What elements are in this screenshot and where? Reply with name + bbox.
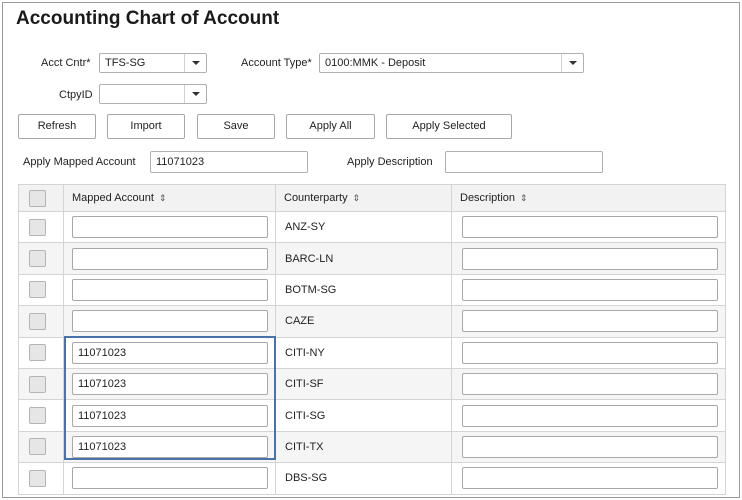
select-all-checkbox[interactable] (29, 189, 46, 207)
account-type-value: 0100:MMK - Deposit (325, 57, 426, 69)
row-checkbox[interactable] (29, 469, 46, 487)
chevron-down-icon[interactable] (561, 54, 583, 72)
table-row: ANZ-SY (18, 210, 726, 244)
grid-header-row: Mapped Account ⇕ Counterparty ⇕ Descriptio… (18, 184, 726, 212)
column-label: Mapped Account (72, 192, 154, 204)
description-input[interactable] (462, 216, 718, 239)
description-input[interactable] (462, 404, 718, 427)
acct-cntr-value: TFS-SG (105, 57, 146, 69)
table-row: BARC-LN (18, 242, 726, 275)
column-header-counterparty[interactable]: Counterparty ⇕ (275, 184, 452, 212)
row-checkbox[interactable] (29, 312, 46, 330)
acct-cntr-label: Acct Cntr* (41, 57, 91, 69)
row-checkbox[interactable] (29, 407, 46, 425)
description-input[interactable] (462, 373, 718, 396)
table-row: DBS-SG (18, 462, 726, 495)
description-input[interactable] (462, 435, 718, 458)
refresh-button[interactable]: Refresh (18, 114, 96, 139)
description-input[interactable] (462, 310, 718, 333)
ctpy-label: CtpyID (59, 89, 93, 101)
mapped-account-input[interactable] (72, 247, 268, 270)
column-header-mapped-account[interactable]: Mapped Account ⇕ (63, 184, 276, 212)
row-checkbox[interactable] (29, 250, 46, 268)
apply-all-button[interactable]: Apply All (286, 114, 375, 139)
account-type-label: Account Type* (241, 57, 312, 69)
row-checkbox[interactable] (29, 375, 46, 393)
acct-cntr-select[interactable]: TFS-SG (99, 53, 207, 73)
counterparty-cell: ANZ-SY (275, 210, 452, 244)
import-button[interactable]: Import (107, 114, 185, 139)
sort-icon[interactable]: ⇕ (159, 193, 167, 204)
column-header-description[interactable]: Description ⇕ (451, 184, 726, 212)
mapped-account-input[interactable] (72, 216, 268, 239)
chevron-down-icon[interactable] (184, 85, 206, 103)
table-row: CAZE (18, 305, 726, 338)
table-row: BOTM-SG (18, 273, 726, 307)
counterparty-cell: BARC-LN (275, 242, 452, 275)
description-input[interactable] (462, 247, 718, 270)
sort-icon[interactable]: ⇕ (520, 193, 528, 204)
row-checkbox[interactable] (29, 344, 46, 362)
counterparty-cell: DBS-SG (275, 462, 452, 495)
chevron-down-icon[interactable] (184, 54, 206, 72)
counterparty-cell: BOTM-SG (275, 273, 452, 307)
selection-highlight-box (64, 336, 276, 460)
description-input[interactable] (462, 467, 718, 490)
description-input[interactable] (462, 278, 718, 301)
apply-selected-button[interactable]: Apply Selected (386, 114, 512, 139)
apply-description-input[interactable] (445, 151, 603, 173)
mapped-account-input[interactable] (72, 278, 268, 301)
page-title: Accounting Chart of Account (16, 8, 280, 29)
counterparty-cell: CITI-TX (275, 430, 452, 464)
counterparty-cell: CITI-SF (275, 367, 452, 401)
ctpy-select[interactable] (99, 84, 207, 104)
counterparty-cell: CITI-NY (275, 336, 452, 369)
save-button[interactable]: Save (197, 114, 275, 139)
sort-icon[interactable]: ⇕ (353, 193, 361, 204)
counterparty-cell: CITI-SG (275, 399, 452, 432)
row-checkbox[interactable] (29, 281, 46, 299)
apply-mapped-account-label: Apply Mapped Account (23, 156, 136, 168)
select-all-header[interactable] (18, 184, 64, 212)
mapped-account-input[interactable] (72, 310, 268, 333)
row-checkbox[interactable] (29, 218, 46, 236)
description-input[interactable] (462, 341, 718, 364)
apply-mapped-account-input[interactable]: 11071023 (150, 151, 308, 173)
counterparty-cell: CAZE (275, 305, 452, 338)
column-label: Counterparty (284, 192, 348, 204)
row-checkbox[interactable] (29, 438, 46, 456)
account-type-select[interactable]: 0100:MMK - Deposit (319, 53, 584, 73)
apply-description-label: Apply Description (347, 156, 433, 168)
column-label: Description (460, 192, 516, 204)
mapped-account-input[interactable] (72, 467, 268, 490)
